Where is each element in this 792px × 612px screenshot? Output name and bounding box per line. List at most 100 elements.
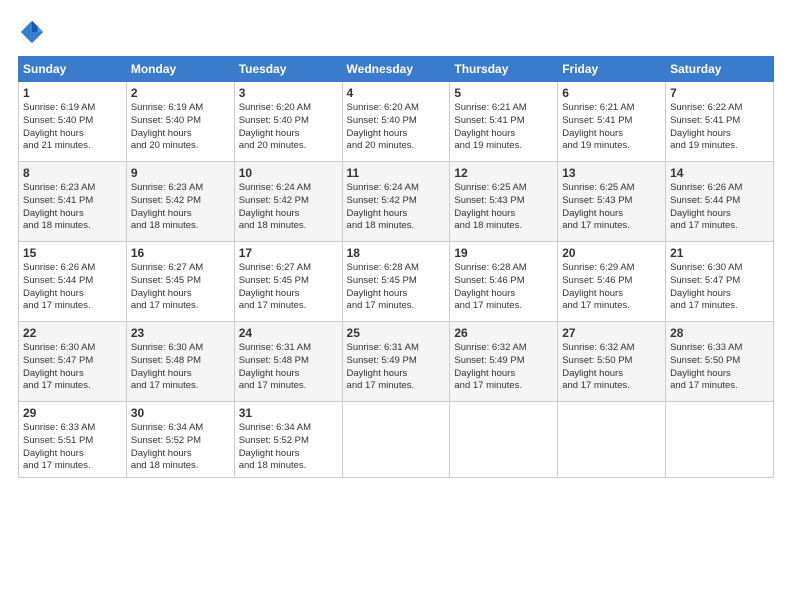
day-number: 21 (670, 246, 769, 260)
calendar-cell: 5 Sunrise: 6:21 AMSunset: 5:41 PMDayligh… (450, 82, 558, 162)
calendar-cell: 21 Sunrise: 6:30 AMSunset: 5:47 PMDaylig… (666, 242, 774, 322)
day-number: 17 (239, 246, 338, 260)
calendar-cell: 8 Sunrise: 6:23 AMSunset: 5:41 PMDayligh… (19, 162, 127, 242)
day-number: 25 (347, 326, 446, 340)
calendar-week-4: 22 Sunrise: 6:30 AMSunset: 5:47 PMDaylig… (19, 322, 774, 402)
calendar-week-5: 29 Sunrise: 6:33 AMSunset: 5:51 PMDaylig… (19, 402, 774, 478)
day-number: 4 (347, 86, 446, 100)
calendar-cell: 29 Sunrise: 6:33 AMSunset: 5:51 PMDaylig… (19, 402, 127, 478)
calendar-cell: 10 Sunrise: 6:24 AMSunset: 5:42 PMDaylig… (234, 162, 342, 242)
logo-icon (18, 18, 46, 46)
cell-info: Sunrise: 6:27 AMSunset: 5:45 PMDaylight … (239, 262, 311, 311)
cell-info: Sunrise: 6:23 AMSunset: 5:41 PMDaylight … (23, 182, 95, 231)
calendar-header-saturday: Saturday (666, 57, 774, 82)
cell-info: Sunrise: 6:32 AMSunset: 5:50 PMDaylight … (562, 342, 634, 391)
calendar-cell: 15 Sunrise: 6:26 AMSunset: 5:44 PMDaylig… (19, 242, 127, 322)
calendar-cell: 14 Sunrise: 6:26 AMSunset: 5:44 PMDaylig… (666, 162, 774, 242)
cell-info: Sunrise: 6:24 AMSunset: 5:42 PMDaylight … (239, 182, 311, 231)
cell-info: Sunrise: 6:27 AMSunset: 5:45 PMDaylight … (131, 262, 203, 311)
calendar-week-3: 15 Sunrise: 6:26 AMSunset: 5:44 PMDaylig… (19, 242, 774, 322)
day-number: 26 (454, 326, 553, 340)
cell-info: Sunrise: 6:24 AMSunset: 5:42 PMDaylight … (347, 182, 419, 231)
cell-info: Sunrise: 6:28 AMSunset: 5:46 PMDaylight … (454, 262, 526, 311)
cell-info: Sunrise: 6:21 AMSunset: 5:41 PMDaylight … (454, 102, 526, 151)
calendar-cell: 1 Sunrise: 6:19 AMSunset: 5:40 PMDayligh… (19, 82, 127, 162)
cell-info: Sunrise: 6:30 AMSunset: 5:47 PMDaylight … (23, 342, 95, 391)
calendar-cell: 13 Sunrise: 6:25 AMSunset: 5:43 PMDaylig… (558, 162, 666, 242)
day-number: 31 (239, 406, 338, 420)
calendar-cell: 18 Sunrise: 6:28 AMSunset: 5:45 PMDaylig… (342, 242, 450, 322)
cell-info: Sunrise: 6:31 AMSunset: 5:48 PMDaylight … (239, 342, 311, 391)
cell-info: Sunrise: 6:34 AMSunset: 5:52 PMDaylight … (239, 422, 311, 471)
calendar-header-friday: Friday (558, 57, 666, 82)
day-number: 24 (239, 326, 338, 340)
calendar-header-thursday: Thursday (450, 57, 558, 82)
cell-info: Sunrise: 6:32 AMSunset: 5:49 PMDaylight … (454, 342, 526, 391)
day-number: 14 (670, 166, 769, 180)
day-number: 1 (23, 86, 122, 100)
calendar-cell: 25 Sunrise: 6:31 AMSunset: 5:49 PMDaylig… (342, 322, 450, 402)
day-number: 13 (562, 166, 661, 180)
calendar-week-1: 1 Sunrise: 6:19 AMSunset: 5:40 PMDayligh… (19, 82, 774, 162)
cell-info: Sunrise: 6:22 AMSunset: 5:41 PMDaylight … (670, 102, 742, 151)
day-number: 6 (562, 86, 661, 100)
calendar-cell: 28 Sunrise: 6:33 AMSunset: 5:50 PMDaylig… (666, 322, 774, 402)
calendar-header-sunday: Sunday (19, 57, 127, 82)
day-number: 11 (347, 166, 446, 180)
day-number: 3 (239, 86, 338, 100)
cell-info: Sunrise: 6:19 AMSunset: 5:40 PMDaylight … (23, 102, 95, 151)
cell-info: Sunrise: 6:28 AMSunset: 5:45 PMDaylight … (347, 262, 419, 311)
day-number: 9 (131, 166, 230, 180)
page-container: SundayMondayTuesdayWednesdayThursdayFrid… (0, 0, 792, 488)
day-number: 29 (23, 406, 122, 420)
calendar-cell: 11 Sunrise: 6:24 AMSunset: 5:42 PMDaylig… (342, 162, 450, 242)
calendar-header-tuesday: Tuesday (234, 57, 342, 82)
calendar-cell: 31 Sunrise: 6:34 AMSunset: 5:52 PMDaylig… (234, 402, 342, 478)
calendar-cell: 26 Sunrise: 6:32 AMSunset: 5:49 PMDaylig… (450, 322, 558, 402)
calendar-table: SundayMondayTuesdayWednesdayThursdayFrid… (18, 56, 774, 478)
day-number: 5 (454, 86, 553, 100)
calendar-header-monday: Monday (126, 57, 234, 82)
day-number: 27 (562, 326, 661, 340)
day-number: 28 (670, 326, 769, 340)
calendar-cell: 30 Sunrise: 6:34 AMSunset: 5:52 PMDaylig… (126, 402, 234, 478)
calendar-cell: 19 Sunrise: 6:28 AMSunset: 5:46 PMDaylig… (450, 242, 558, 322)
cell-info: Sunrise: 6:19 AMSunset: 5:40 PMDaylight … (131, 102, 203, 151)
cell-info: Sunrise: 6:20 AMSunset: 5:40 PMDaylight … (239, 102, 311, 151)
calendar-cell: 4 Sunrise: 6:20 AMSunset: 5:40 PMDayligh… (342, 82, 450, 162)
cell-info: Sunrise: 6:30 AMSunset: 5:47 PMDaylight … (670, 262, 742, 311)
day-number: 8 (23, 166, 122, 180)
calendar-cell: 12 Sunrise: 6:25 AMSunset: 5:43 PMDaylig… (450, 162, 558, 242)
calendar-cell: 22 Sunrise: 6:30 AMSunset: 5:47 PMDaylig… (19, 322, 127, 402)
calendar-cell: 27 Sunrise: 6:32 AMSunset: 5:50 PMDaylig… (558, 322, 666, 402)
cell-info: Sunrise: 6:26 AMSunset: 5:44 PMDaylight … (23, 262, 95, 311)
cell-info: Sunrise: 6:30 AMSunset: 5:48 PMDaylight … (131, 342, 203, 391)
calendar-cell: 7 Sunrise: 6:22 AMSunset: 5:41 PMDayligh… (666, 82, 774, 162)
calendar-cell: 17 Sunrise: 6:27 AMSunset: 5:45 PMDaylig… (234, 242, 342, 322)
calendar-cell (450, 402, 558, 478)
cell-info: Sunrise: 6:33 AMSunset: 5:50 PMDaylight … (670, 342, 742, 391)
cell-info: Sunrise: 6:26 AMSunset: 5:44 PMDaylight … (670, 182, 742, 231)
cell-info: Sunrise: 6:25 AMSunset: 5:43 PMDaylight … (562, 182, 634, 231)
logo (18, 18, 50, 46)
day-number: 18 (347, 246, 446, 260)
cell-info: Sunrise: 6:31 AMSunset: 5:49 PMDaylight … (347, 342, 419, 391)
calendar-cell: 16 Sunrise: 6:27 AMSunset: 5:45 PMDaylig… (126, 242, 234, 322)
calendar-cell: 6 Sunrise: 6:21 AMSunset: 5:41 PMDayligh… (558, 82, 666, 162)
calendar-cell (342, 402, 450, 478)
day-number: 16 (131, 246, 230, 260)
calendar-header-row: SundayMondayTuesdayWednesdayThursdayFrid… (19, 57, 774, 82)
calendar-week-2: 8 Sunrise: 6:23 AMSunset: 5:41 PMDayligh… (19, 162, 774, 242)
day-number: 20 (562, 246, 661, 260)
day-number: 23 (131, 326, 230, 340)
calendar-cell: 20 Sunrise: 6:29 AMSunset: 5:46 PMDaylig… (558, 242, 666, 322)
day-number: 15 (23, 246, 122, 260)
day-number: 10 (239, 166, 338, 180)
calendar-cell (558, 402, 666, 478)
calendar-header-wednesday: Wednesday (342, 57, 450, 82)
day-number: 19 (454, 246, 553, 260)
cell-info: Sunrise: 6:21 AMSunset: 5:41 PMDaylight … (562, 102, 634, 151)
day-number: 22 (23, 326, 122, 340)
cell-info: Sunrise: 6:20 AMSunset: 5:40 PMDaylight … (347, 102, 419, 151)
cell-info: Sunrise: 6:33 AMSunset: 5:51 PMDaylight … (23, 422, 95, 471)
